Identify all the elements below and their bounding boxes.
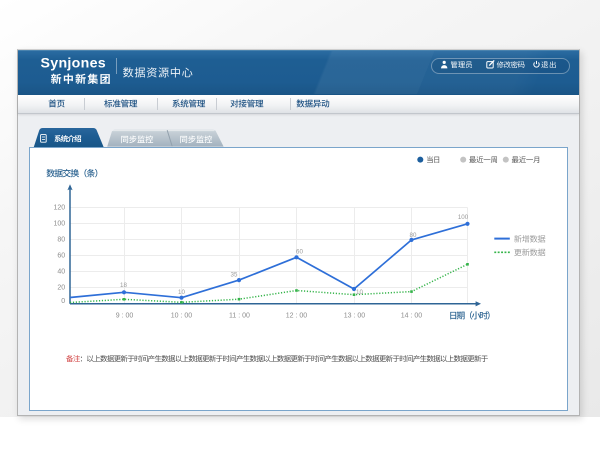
svg-text:10 : 00: 10 : 00 — [171, 312, 193, 319]
svg-text:13 : 00: 13 : 00 — [344, 312, 366, 319]
svg-text:14 : 00: 14 : 00 — [401, 312, 423, 319]
svg-text:0: 0 — [61, 298, 65, 305]
svg-text:60: 60 — [57, 252, 65, 259]
svg-text:10: 10 — [356, 289, 363, 296]
svg-text:10: 10 — [178, 289, 185, 296]
svg-text:60: 60 — [296, 248, 303, 255]
svg-text:11 : 00: 11 : 00 — [229, 312, 250, 319]
svg-text:18: 18 — [120, 282, 127, 289]
svg-text:120: 120 — [54, 204, 66, 211]
svg-text:80: 80 — [410, 232, 417, 239]
svg-text:40: 40 — [57, 268, 65, 275]
svg-text:100: 100 — [54, 220, 66, 227]
svg-text:12 : 00: 12 : 00 — [286, 312, 308, 319]
svg-text:80: 80 — [57, 236, 65, 243]
svg-text:9 : 00: 9 : 00 — [116, 312, 134, 319]
svg-text:Synjones: Synjones — [41, 56, 106, 72]
svg-text:100: 100 — [458, 214, 469, 221]
svg-text:35: 35 — [231, 272, 238, 279]
svg-text:20: 20 — [57, 284, 65, 291]
